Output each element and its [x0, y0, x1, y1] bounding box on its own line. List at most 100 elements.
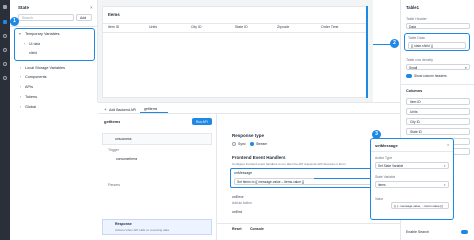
- trigger-label: Trigger: [108, 148, 119, 152]
- trigger-sub: consumeItems: [116, 157, 138, 161]
- table-data-box[interactable]: Table Data {{ state.sfield }}: [404, 33, 470, 51]
- row-density-value: Small: [409, 65, 418, 70]
- ui-data-label: UI data: [29, 42, 41, 46]
- add-button[interactable]: Add: [76, 14, 92, 21]
- chevron-right-icon: ›: [20, 66, 22, 70]
- action-type-select[interactable]: Set State Variable ▾: [375, 162, 449, 169]
- popup-title: setMessage: [375, 143, 398, 148]
- sfield-label[interactable]: sfield: [29, 51, 37, 55]
- add-label: Add: [80, 16, 87, 21]
- response-type-title: Response type: [232, 133, 265, 138]
- chevron-right-icon: ›: [20, 105, 22, 109]
- search-input[interactable]: Search: [18, 14, 74, 21]
- columns-label: Columns: [406, 89, 423, 93]
- column-item-label: Item ID: [410, 100, 421, 105]
- add-backend-api-button[interactable]: Add Backend API: [109, 108, 136, 112]
- chevron-down-icon[interactable]: ▾: [19, 32, 21, 36]
- action-type-label: Action Type: [375, 156, 393, 160]
- state-item-global[interactable]: Global: [25, 105, 36, 109]
- database-icon[interactable]: [3, 34, 7, 38]
- set-items-value: Set items to {{ message.value – items.va…: [237, 180, 305, 185]
- properties-title: Table1: [406, 5, 419, 10]
- row-density-label: Table row density: [406, 58, 434, 62]
- trigger-card[interactable]: onsuccess: [102, 133, 212, 145]
- state-variable-value: items: [378, 183, 386, 188]
- show-headers-toggle[interactable]: [406, 74, 412, 78]
- chevron-down-icon: ▾: [444, 183, 446, 187]
- value-input[interactable]: {{ [...message.value, ...items.value] }}: [391, 202, 449, 209]
- column-item[interactable]: State ID: [406, 128, 470, 135]
- search-placeholder: Search: [22, 16, 34, 21]
- sync-label: Sync: [238, 142, 246, 146]
- code-icon[interactable]: [3, 48, 7, 52]
- frontend-sub: Configure frontend event handlers to run…: [232, 162, 346, 166]
- tab-label: getItems: [144, 107, 158, 111]
- badge-3: 3: [372, 130, 381, 139]
- params-label: Parsers: [108, 183, 121, 187]
- temporary-variables-section[interactable]: ▾ Temporary Variables › UI data sfield: [14, 28, 95, 61]
- action-type-value: Set State Variable: [378, 164, 404, 169]
- run-api-button[interactable]: Run API: [192, 118, 212, 125]
- onerror-sub[interactable]: Add an Action: [232, 201, 252, 205]
- state-item-components[interactable]: Components: [25, 75, 47, 79]
- column-header[interactable]: Order Time: [321, 25, 339, 29]
- state-item-apis[interactable]: APIs: [25, 85, 33, 89]
- column-header[interactable]: Zipcode: [277, 25, 289, 29]
- row-density-select[interactable]: Small ▾: [406, 64, 470, 70]
- show-headers-label: Show column headers: [414, 73, 447, 78]
- home-icon[interactable]: [3, 5, 7, 9]
- reset-button[interactable]: Reset: [232, 227, 242, 231]
- table-data-value: {{ state.sfield }}: [411, 44, 433, 49]
- tab-getitems[interactable]: getItems: [140, 105, 168, 113]
- column-header[interactable]: State ID: [235, 25, 248, 29]
- column-item[interactable]: City ID: [406, 118, 470, 125]
- plus-icon[interactable]: +: [104, 107, 107, 112]
- badge-1: 1: [10, 17, 19, 26]
- close-icon[interactable]: ×: [90, 5, 93, 10]
- chevron-right-icon: ›: [20, 85, 22, 89]
- state-variable-select[interactable]: items ▾: [375, 181, 449, 188]
- chevron-right-icon[interactable]: ›: [24, 42, 25, 46]
- api-name: getItems: [104, 119, 121, 124]
- sync-radio[interactable]: [232, 142, 236, 146]
- chevron-right-icon: ›: [20, 95, 22, 99]
- column-item[interactable]: Item ID: [406, 98, 470, 105]
- column-item[interactable]: Units: [406, 108, 470, 115]
- set-message-popup: setMessage × Action Type Set State Varia…: [370, 138, 454, 220]
- column-header[interactable]: City ID: [191, 25, 202, 29]
- state-item-local-storage[interactable]: Local Storage Variables: [25, 66, 65, 70]
- table-header-label: Table Header: [406, 17, 427, 21]
- close-icon[interactable]: ×: [447, 142, 449, 147]
- table-header-input[interactable]: Data: [406, 23, 470, 29]
- table-title: Items: [108, 12, 120, 17]
- connector-line: [314, 178, 370, 180]
- table-data-input[interactable]: {{ state.sfield }}: [408, 42, 466, 49]
- column-item-label: City ID: [410, 120, 420, 125]
- table-header-value: Data: [409, 24, 416, 29]
- state-item-tokens[interactable]: Tokens: [25, 95, 37, 99]
- stream-radio[interactable]: [250, 142, 254, 146]
- items-table[interactable]: Items Item ID Units City ID State ID Zip…: [102, 6, 368, 98]
- state-panel-title: State: [18, 5, 30, 10]
- value-value: {{ [...message.value, ...items.value] }}: [394, 204, 444, 209]
- run-label: Run API: [196, 119, 208, 124]
- app-sidebar: [0, 0, 10, 240]
- response-label: Response: [115, 222, 132, 226]
- state-variable-label: State Variable: [375, 175, 396, 179]
- plugin-icon[interactable]: [3, 76, 7, 80]
- badge-2: 2: [390, 39, 399, 48]
- column-header[interactable]: Item ID: [108, 25, 119, 29]
- table-header-row: Item ID Units City ID State ID Zipcode O…: [103, 23, 367, 32]
- table-selection-outline: [366, 6, 368, 98]
- column-item-label: State ID: [410, 130, 422, 135]
- response-card[interactable]: Response Actions when API calls on recei…: [102, 219, 212, 235]
- enable-search-toggle[interactable]: [461, 230, 468, 234]
- settings-icon[interactable]: [3, 62, 7, 66]
- console-button[interactable]: Console: [250, 227, 264, 231]
- temp-vars-label: Temporary Variables: [25, 31, 60, 36]
- layers-icon[interactable]: [3, 20, 7, 24]
- trigger-name: onsuccess: [115, 137, 132, 141]
- onend-label: onEnd: [232, 210, 243, 214]
- frontend-title: Frontend Event Handlers: [232, 155, 286, 160]
- column-header[interactable]: Units: [149, 25, 157, 29]
